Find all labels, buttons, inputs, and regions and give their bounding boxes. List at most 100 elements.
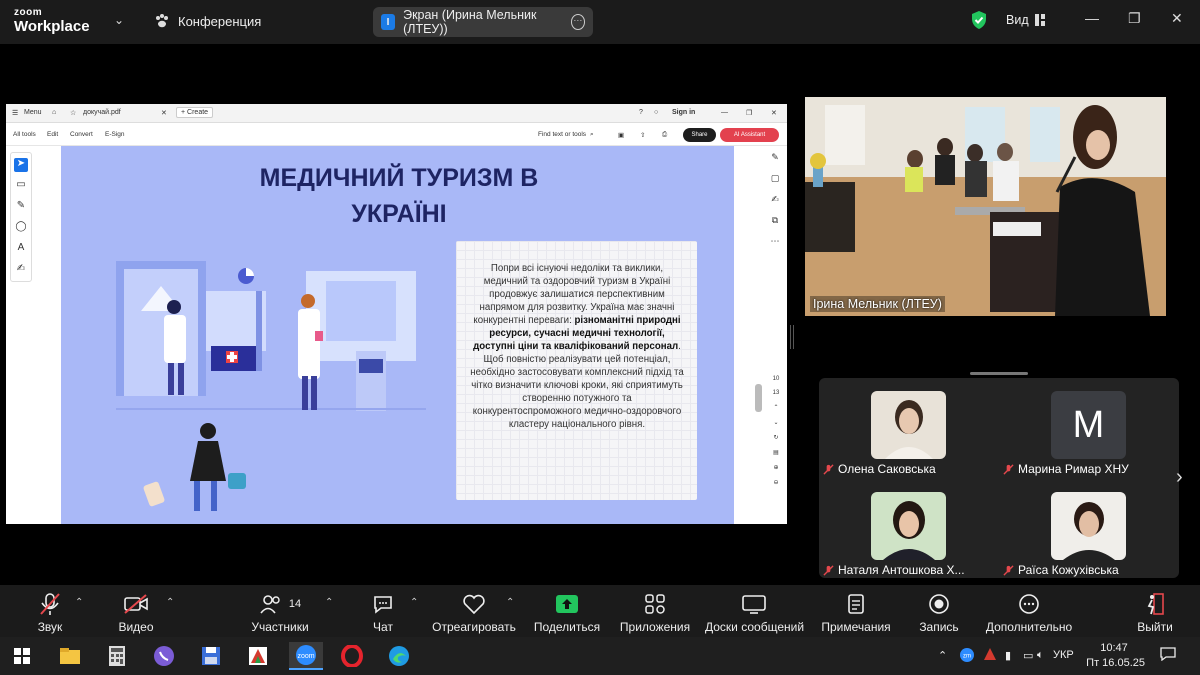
pdf-share-button[interactable]: Share (683, 128, 716, 142)
more-tools-icon[interactable]: ⋯ (766, 236, 784, 247)
chat-options-caret[interactable]: ⌃ (410, 597, 418, 608)
fill-sign-icon[interactable]: ✍ (766, 194, 784, 205)
chevron-down-icon[interactable]: ⌄ (114, 13, 124, 27)
antivirus-tray-icon[interactable] (983, 647, 997, 664)
lasso-icon[interactable]: ◯ (14, 221, 28, 235)
usb-tray-icon[interactable]: ▮ (1005, 649, 1011, 662)
mute-button[interactable]: Звук (30, 592, 70, 634)
react-button[interactable]: Отреагировать (431, 592, 517, 634)
pdf-minimize-icon[interactable]: — (721, 109, 728, 116)
pen-icon[interactable]: ✎ (14, 200, 28, 214)
pdf-reader-icon[interactable] (244, 642, 272, 670)
share-screen-button[interactable]: Поделиться (533, 592, 601, 634)
language-indicator[interactable]: УКР (1053, 649, 1074, 661)
windows-start-icon[interactable] (8, 642, 36, 670)
opera-icon[interactable] (338, 642, 366, 670)
find-text-field[interactable]: Find text or tools (538, 131, 586, 138)
leave-button[interactable]: Выйти (1134, 592, 1176, 634)
tool-convert[interactable]: Convert (70, 131, 93, 138)
print-icon[interactable]: ⎙ (662, 131, 667, 139)
tool-all-tools[interactable]: All tools (13, 131, 36, 138)
page-down-icon[interactable]: ⌄ (768, 419, 784, 426)
edit-pdf-icon[interactable]: ✎ (766, 152, 784, 163)
ai-assistant-button[interactable]: AI Assistant (720, 128, 779, 142)
save-app-icon[interactable] (197, 642, 225, 670)
react-options-caret[interactable]: ⌃ (506, 597, 514, 608)
gallery-next-arrow[interactable]: › (1176, 466, 1183, 489)
shield-check-icon[interactable] (970, 10, 988, 30)
help-icon[interactable]: ? (639, 109, 643, 116)
menu-icon[interactable]: ☰ (12, 109, 18, 117)
calculator-icon[interactable] (103, 642, 131, 670)
viber-icon[interactable] (150, 642, 178, 670)
zoom-out-icon[interactable]: ⊖ (768, 479, 784, 486)
stamp-icon[interactable]: ✍ (14, 263, 28, 277)
screen-share-indicator[interactable]: I Экран (Ирина Мельник (ЛТЕУ)) ··· (373, 7, 593, 37)
create-label: Create (187, 109, 209, 116)
audio-options-caret[interactable]: ⌃ (75, 597, 83, 608)
zoom-tray-icon[interactable]: zm (959, 647, 975, 666)
pdf-scrollbar-thumb[interactable] (755, 384, 762, 412)
panel-resize-handle[interactable] (790, 325, 794, 349)
menu-label[interactable]: Menu (24, 109, 42, 116)
search-icon[interactable]: ⌕ (590, 131, 594, 139)
tab-close-icon[interactable]: ✕ (161, 109, 167, 117)
participants-button[interactable]: 14 Участники (248, 592, 312, 634)
share-screen-icon (556, 595, 578, 613)
comment-panel-icon[interactable]: ▢ (766, 173, 784, 184)
notifications-icon[interactable] (1160, 647, 1176, 664)
participant-tile[interactable]: Олена Саковська (819, 378, 997, 476)
gallery-resize-handle[interactable] (970, 372, 1028, 375)
pdf-close-icon[interactable]: ✕ (771, 109, 777, 117)
slide-body-text: Попри всі існуючі недоліки та виклики, м… (470, 262, 684, 431)
zoom-app-icon[interactable]: zoom (289, 642, 323, 670)
tool-edit[interactable]: Edit (47, 131, 58, 138)
sign-in-link[interactable]: Sign in (672, 109, 695, 116)
comment-icon[interactable]: ▭ (14, 179, 28, 193)
tray-expand-icon[interactable]: ⌃ (938, 649, 947, 662)
more-options-icon[interactable]: ··· (570, 14, 585, 30)
participant-tile[interactable]: Наталя Антошкова Х... (819, 479, 997, 577)
active-speaker-video[interactable]: Ірина Мельник (ЛТЕУ) (805, 97, 1166, 316)
apps-button[interactable]: Приложения (619, 592, 691, 634)
video-button[interactable]: Видео (113, 592, 159, 634)
more-button[interactable]: Дополнительно (983, 592, 1075, 634)
page-up-icon[interactable]: ⌃ (768, 404, 784, 411)
file-tab[interactable]: докучай.pdf (83, 109, 121, 116)
restore-icon[interactable]: ❐ (1128, 10, 1141, 27)
edge-icon[interactable] (385, 642, 413, 670)
participants-options-caret[interactable]: ⌃ (325, 597, 333, 608)
record-button[interactable]: Запись (917, 592, 961, 634)
system-clock[interactable]: 10:47 Пт 16.05.25 (1083, 641, 1145, 671)
volume-icon[interactable]: 🔈︎ (1037, 649, 1044, 662)
chat-button[interactable]: Чат (365, 592, 401, 634)
tool-esign[interactable]: E-Sign (105, 131, 125, 138)
close-icon[interactable]: ✕ (1171, 10, 1183, 27)
upload-icon[interactable]: ⇧ (640, 131, 645, 139)
current-page-number[interactable]: 10 (768, 376, 784, 382)
video-options-caret[interactable]: ⌃ (166, 597, 174, 608)
participant-tile[interactable]: M Марина Римар ХНУ (999, 378, 1177, 476)
save-icon[interactable]: ▣ (618, 131, 624, 139)
refresh-icon[interactable]: ↻ (768, 434, 784, 441)
fit-page-icon[interactable]: ▤ (768, 449, 784, 456)
network-icon[interactable]: ▭ (1023, 649, 1033, 662)
pdf-restore-icon[interactable]: ❐ (746, 109, 752, 117)
minimize-icon[interactable]: — (1085, 10, 1099, 26)
zoom-title-bar: zoom Workplace ⌄ Конференция I Экран (Ир… (0, 0, 1200, 44)
notes-button[interactable]: Примечания (820, 592, 892, 634)
participant-tile[interactable]: Раїса Кожухівська (999, 479, 1177, 577)
zoom-in-icon[interactable]: ⊕ (768, 464, 784, 471)
organize-pages-icon[interactable]: ⧉ (766, 215, 784, 226)
select-cursor-icon[interactable]: ➤ (14, 158, 28, 172)
star-icon[interactable]: ☆ (70, 109, 76, 117)
conference-menu[interactable]: Конференция (154, 13, 261, 29)
home-icon[interactable]: ⌂ (52, 109, 56, 116)
participants-icon (260, 595, 280, 614)
view-menu[interactable]: Вид (1006, 13, 1045, 27)
whiteboards-button[interactable]: Доски сообщений (705, 592, 804, 634)
create-button[interactable]: + Create (176, 107, 214, 118)
bell-icon[interactable]: ○ (654, 109, 658, 116)
text-box-icon[interactable]: A (14, 242, 28, 256)
file-explorer-icon[interactable] (56, 642, 84, 670)
